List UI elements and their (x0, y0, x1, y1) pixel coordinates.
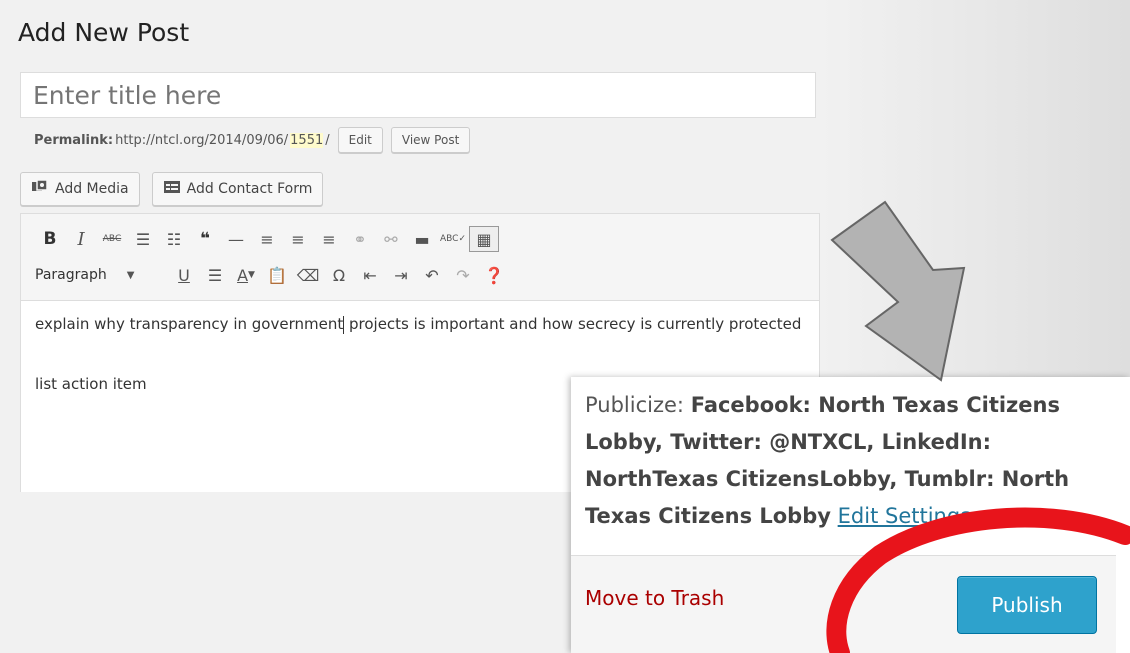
permalink-slug[interactable]: 1551 (290, 132, 324, 148)
publicize-info: Publicize: Facebook: North Texas Citizen… (585, 387, 1115, 535)
add-media-label: Add Media (55, 181, 129, 197)
clear-formatting-icon[interactable]: ⌫ (293, 262, 323, 288)
bullet-list-icon[interactable]: ☰ (128, 226, 158, 252)
align-left-icon[interactable]: ≡ (252, 226, 282, 252)
horizontal-rule-icon[interactable]: — (221, 226, 251, 252)
link-icon[interactable]: ⚭ (345, 226, 375, 252)
edit-settings-link[interactable]: Edit Settings (838, 504, 971, 528)
publish-box: Publicize: Facebook: North Texas Citizen… (571, 377, 1130, 653)
chevron-down-icon: ▼ (126, 269, 135, 281)
add-media-button[interactable]: Add Media (20, 172, 140, 206)
numbered-list-icon[interactable]: ☷ (159, 226, 189, 252)
spellcheck-icon[interactable]: ABC✓ (438, 226, 468, 252)
publish-button[interactable]: Publish (957, 576, 1097, 634)
underline-icon[interactable]: U (169, 262, 199, 288)
media-buttons: Add Media Add Contact Form (20, 172, 324, 206)
permalink-trail: / (325, 132, 330, 148)
publish-actions: Move to Trash Publish (571, 556, 1116, 653)
permalink-label: Permalink: (34, 132, 114, 148)
view-post-button[interactable]: View Post (390, 127, 471, 153)
redo-icon[interactable]: ↷ (448, 262, 478, 288)
form-icon (163, 180, 181, 198)
unlink-icon[interactable]: ⚯ (376, 226, 406, 252)
outdent-icon[interactable]: ⇤ (355, 262, 385, 288)
toolbar-toggle-icon[interactable]: ▦ (469, 226, 499, 252)
permalink-edit-button[interactable]: Edit (337, 127, 383, 153)
format-select-value: Paragraph (35, 267, 107, 283)
italic-icon[interactable]: I (66, 226, 96, 252)
format-select[interactable]: Paragraph ▼ (35, 267, 165, 283)
media-icon (31, 179, 49, 199)
special-character-icon[interactable]: Ω (324, 262, 354, 288)
add-contact-form-button[interactable]: Add Contact Form (151, 172, 324, 206)
permalink-url-base[interactable]: http://ntcl.org/2014/09/06/ (115, 133, 288, 148)
text-color-icon[interactable]: A ▼ (231, 262, 261, 288)
bold-icon[interactable]: B (35, 226, 65, 252)
post-title-input[interactable] (20, 72, 816, 118)
content-paragraph: explain why transparency in government p… (35, 315, 802, 334)
add-contact-form-label: Add Contact Form (186, 181, 313, 197)
align-center-icon[interactable]: ≡ (283, 226, 313, 252)
indent-icon[interactable]: ⇥ (386, 262, 416, 288)
read-more-icon[interactable]: ▬ (407, 226, 437, 252)
justify-icon[interactable]: ☰ (200, 262, 230, 288)
blockquote-icon[interactable]: ❝ (190, 226, 220, 252)
permalink-row: Permalink: http://ntcl.org/2014/09/06/15… (34, 127, 471, 153)
publicize-label: Publicize: (585, 393, 685, 417)
page-title: Add New Post (18, 18, 190, 47)
editor-toolbar: B I ABC ☰ ☷ ❝ — ≡ ≡ ≡ ⚭ ⚯ ▬ ABC✓ ▦ Parag… (21, 214, 819, 301)
strikethrough-icon[interactable]: ABC (97, 226, 127, 252)
toolbar-row-2: Paragraph ▼ U ☰ A ▼ 📋 ⌫ Ω ⇤ ⇥ ↶ ↷ ❓ (35, 262, 510, 288)
undo-icon[interactable]: ↶ (417, 262, 447, 288)
toolbar-row-1: B I ABC ☰ ☷ ❝ — ≡ ≡ ≡ ⚭ ⚯ ▬ ABC✓ ▦ (35, 226, 500, 252)
help-icon[interactable]: ❓ (479, 262, 509, 288)
align-right-icon[interactable]: ≡ (314, 226, 344, 252)
annotation-arrow-icon (830, 200, 966, 382)
move-to-trash-link[interactable]: Move to Trash (585, 586, 724, 610)
paste-text-icon[interactable]: 📋 (262, 262, 292, 288)
cropped-area (0, 492, 575, 653)
